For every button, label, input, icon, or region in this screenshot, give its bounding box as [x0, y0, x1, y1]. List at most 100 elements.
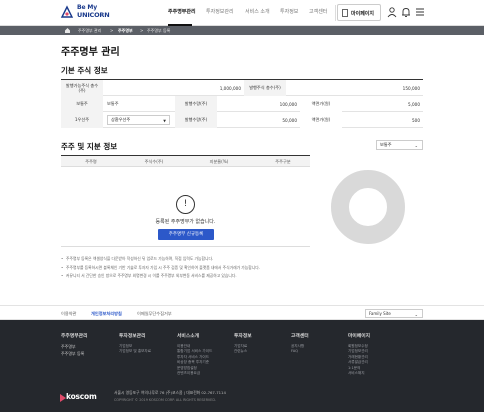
home-icon[interactable] — [64, 27, 71, 34]
mypage-button[interactable]: 마이페이지 — [337, 4, 381, 21]
chevron-down-icon: ⌄ — [414, 312, 418, 317]
footer-column-title: 서비스소개 — [177, 334, 200, 339]
issued-shares-value: 150,000 — [402, 85, 420, 91]
footer-link[interactable]: 기업정보 및 홍보자료 — [119, 349, 151, 354]
nav-investment-info-mgmt[interactable]: 투자정보관리 — [206, 8, 234, 15]
ownership-donut-chart — [331, 170, 405, 244]
common-stock-type: 보통주 — [107, 101, 119, 106]
footer-brand: koscom — [66, 392, 97, 401]
unicorn-logo-icon — [60, 5, 74, 18]
privacy-link[interactable]: 개인정보처리방침 — [91, 311, 122, 317]
footer-link[interactable]: 주주명부 등록 — [61, 351, 87, 358]
footer-column-title: 마이페이지 — [348, 334, 371, 339]
building-icon — [342, 9, 348, 17]
note-item: 커뮤니티 서 간단한 승인 방으로 주주명부 외명변경 시 이를 주주명부 외부… — [61, 273, 423, 282]
table-row: 1우선주 상환우선주 ▼ 발행수량(주) 50,000 액면가(원) 500 — [61, 112, 423, 128]
family-site-label: Family Site — [369, 311, 391, 316]
par-value-label: 액면가(원) — [300, 96, 342, 112]
footer-link[interactable]: 비상장 종목 투자기준 — [177, 360, 212, 365]
footer-link[interactable]: 서류발급관리 — [348, 360, 370, 365]
footer-column-title: 고객센터 — [291, 334, 309, 339]
breadcrumb-item[interactable]: 주주명부 — [118, 28, 133, 34]
family-site-select[interactable]: Family Site ⌄ — [365, 309, 423, 318]
terms-link[interactable]: 이용약관 — [61, 311, 76, 317]
column-header: 주식수(주) — [144, 159, 164, 164]
logo[interactable]: Be My UNICORN — [60, 3, 120, 23]
logo-text-top: Be My — [77, 4, 98, 11]
page-title: 주주명부 관리 — [61, 47, 120, 58]
breadcrumb-separator: > — [110, 28, 114, 33]
chevron-down-icon: ⌄ — [414, 143, 418, 148]
shareholder-table: 주주명 주식수(주) 지분율(%) 주주구분 ! 등록된 주주명부가 없습니다.… — [61, 155, 310, 247]
footer-link[interactable]: 기업정보관리 — [348, 349, 370, 354]
menu-icon[interactable] — [414, 6, 426, 18]
footer-column: 투자정보 기업자료 관련뉴스 — [234, 332, 252, 355]
header-divider — [335, 5, 336, 21]
column-header: 지분율(%) — [209, 159, 229, 164]
preferred-stock-type-select[interactable]: 상환우선주 ▼ — [107, 115, 170, 125]
table-header: 주주명 주식수(주) 지분율(%) 주주구분 — [61, 156, 310, 167]
email-policy-link[interactable]: 이메일무단수집거부 — [137, 311, 172, 317]
footer-link[interactable]: 컨텐츠이용요금 — [177, 371, 212, 376]
note-item: 주주명부를 등록하시면 블록체인 기반 기술로 투자자 가입 시 주주 검증 및… — [61, 265, 423, 274]
breadcrumb-item[interactable]: 주주명부 등록 — [147, 28, 170, 34]
chevron-down-icon: ▼ — [163, 119, 166, 123]
mypage-label: 마이페이지 — [351, 11, 375, 17]
user-icon[interactable] — [386, 6, 398, 18]
breadcrumb-item[interactable]: 주주명부 관리 — [78, 28, 101, 34]
footer-links: 이용약관 개인정보처리방침 이메일무단수집거부 Family Site ⌄ — [0, 305, 484, 320]
basic-info-title: 기본 주식 정보 — [61, 66, 108, 75]
logo-text-bottom: UNICORN — [77, 11, 110, 19]
footer-link[interactable]: FAQ — [291, 349, 309, 354]
footer-column: 마이페이지 회원정보수정 기업정보관리 거래현황관리 서류발급관리 1:1문의 … — [348, 332, 370, 376]
note-item: 주주명부 등록은 엑셀양식을 다운받아 작성하신 뒤 업로드 가능하며, 직접 … — [61, 256, 423, 265]
footer-column-title: 투자정보 — [234, 334, 252, 339]
breadcrumb: 주주명부 관리 > 주주명부 > 주주명부 등록 — [0, 26, 484, 35]
exclamation-icon: ! — [176, 195, 195, 214]
nav-customer-center[interactable]: 고객센터 — [309, 8, 327, 15]
nav-investment-info[interactable]: 투자정보 — [280, 8, 298, 15]
issue-qty-value: 50,000 — [282, 117, 297, 123]
stock-type-value: 보통주 — [380, 142, 392, 147]
footer-column: 투자정보관리 기업정보 기업정보 및 홍보자료 — [119, 332, 151, 355]
empty-state: ! 등록된 주주명부가 없습니다. 주주명부 신규등록 — [61, 167, 310, 247]
stock-type-select[interactable]: 보통주 ⌄ — [376, 140, 423, 150]
nav-service-intro[interactable]: 서비스 소개 — [245, 8, 270, 15]
authorized-shares-value: 1,000,000 — [219, 85, 241, 91]
donut-ring — [331, 170, 405, 244]
common-stock-label: 보통주 — [61, 96, 103, 112]
header: Be My UNICORN 주주명부관리 투자정보관리 서비스 소개 투자정보 … — [0, 0, 484, 26]
empty-message: 등록된 주주명부가 없습니다. — [155, 219, 216, 225]
shareholders-title: 주주 및 지분 정보 — [61, 142, 118, 151]
footer-column: 고객센터 공지사항 FAQ — [291, 332, 309, 355]
footer-column-title: 투자정보관리 — [119, 334, 146, 339]
footer-address: 서울시 영등포구 여의나루로 76 (주)코스콤 | 대표전화 02-767-7… — [114, 390, 226, 395]
register-shareholder-button[interactable]: 주주명부 신규등록 — [158, 229, 214, 240]
column-header: 주주명 — [85, 159, 97, 164]
par-value-label: 액면가(원) — [300, 112, 342, 128]
table-row: 보통주 보통주 발행수량(주) 100,000 액면가(원) 5,000 — [61, 96, 423, 112]
preferred-stock-type-value: 상환우선주 — [111, 117, 131, 122]
breadcrumb-separator: > — [140, 28, 144, 33]
authorized-shares-label: 발행가능주식 총수(주) — [61, 80, 103, 96]
footer-column: 서비스소개 이용안내 통합기업 서비스 가이드 투자자 서비스 가이드 비상장 … — [177, 332, 212, 376]
par-value-value: 5,000 — [408, 101, 420, 107]
issue-qty-label: 발행수량(주) — [175, 96, 217, 112]
nav-shareholder-mgmt[interactable]: 주주명부관리 — [168, 8, 196, 15]
footer-link[interactable]: 서비스해지 — [348, 371, 370, 376]
footer-link[interactable]: 관련뉴스 — [234, 349, 252, 354]
notes: 주주명부 등록은 엑셀양식을 다운받아 작성하신 뒤 업로드 가능하며, 직접 … — [61, 256, 423, 282]
footer-column: 주주명부관리 주주명부 주주명부 등록 — [61, 332, 87, 357]
table-row: 발행가능주식 총수(주) 1,000,000 발행주식 총수(주) 150,00… — [61, 80, 423, 96]
footer-link[interactable]: 통합기업 서비스 가이드 — [177, 349, 212, 354]
footer-copyright: COPYRIGHT © 2019 KOSCOM CORP. ALL RIGHTS… — [114, 398, 217, 402]
basic-info-table: 발행가능주식 총수(주) 1,000,000 발행주식 총수(주) 150,00… — [61, 79, 423, 128]
issue-qty-value: 100,000 — [279, 101, 297, 107]
issued-shares-label: 발행주식 총수(주) — [244, 80, 286, 96]
bell-icon[interactable] — [400, 6, 412, 18]
issue-qty-label: 발행수량(주) — [175, 112, 217, 128]
par-value-value: 500 — [412, 117, 420, 123]
preferred-stock-label: 1우선주 — [61, 112, 103, 128]
column-header: 주주구분 — [275, 159, 291, 164]
footer-column-title: 주주명부관리 — [61, 334, 88, 339]
